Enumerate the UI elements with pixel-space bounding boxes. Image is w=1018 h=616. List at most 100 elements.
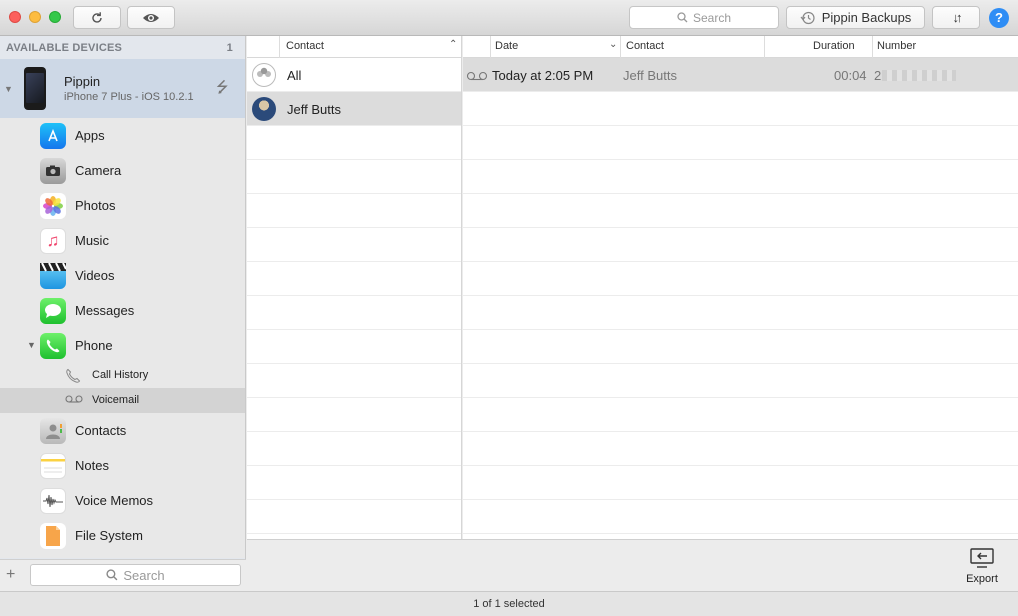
history-icon [800, 11, 815, 24]
contact-header-label: Contact [286, 40, 324, 52]
file-system-icon [40, 523, 66, 549]
devices-header: AVAILABLE DEVICES 1 [0, 36, 245, 59]
voicemail-icon [466, 69, 488, 84]
status-bar: 1 of 1 selected [0, 591, 1018, 616]
transfer-button[interactable]: ↓↑ [932, 6, 980, 29]
sidebar-item-voice-memos[interactable]: Voice Memos [0, 483, 245, 518]
sidebar-item-label: Apps [75, 128, 105, 143]
date-column-header[interactable]: Date [495, 40, 518, 52]
close-window-button[interactable] [9, 11, 21, 23]
empty-row [247, 432, 461, 466]
selection-status: 1 of 1 selected [473, 598, 545, 610]
empty-row [247, 262, 461, 296]
contact-row-label: Jeff Butts [287, 102, 341, 117]
empty-row [247, 160, 461, 194]
messages-icon [40, 298, 66, 324]
empty-row [463, 262, 1018, 296]
sidebar-item-photos[interactable]: Photos [0, 188, 245, 223]
toolbar-search-input[interactable]: Search [629, 6, 779, 29]
search-icon [106, 569, 118, 581]
refresh-icon [92, 11, 102, 23]
duration-column-header[interactable]: Duration [813, 40, 855, 52]
music-icon: ♫ [40, 228, 66, 254]
voice-memos-icon [40, 488, 66, 514]
voicemail-duration: 00:04 [834, 68, 867, 83]
contact-column-header[interactable]: Contact [626, 40, 664, 52]
empty-row [247, 126, 461, 160]
voicemail-row[interactable]: Today at 2:05 PM Jeff Butts 00:04 2 [463, 58, 1018, 92]
sidebar: AVAILABLE DEVICES 1 ▼ Pippin iPhone 7 Pl… [0, 36, 246, 591]
notes-icon [40, 453, 66, 479]
empty-row [463, 466, 1018, 500]
sidebar-item-label: Messages [75, 303, 135, 318]
add-icon[interactable]: + [6, 566, 15, 584]
sidebar-subitem-label: Voicemail [92, 394, 140, 406]
sidebar-subitem-label: Call History [92, 369, 149, 381]
sidebar-item-file-system[interactable]: File System [0, 518, 245, 553]
number-column-header[interactable]: Number [877, 40, 916, 52]
export-button[interactable]: Export [962, 548, 1002, 585]
voicemail-date: Today at 2:05 PM [492, 68, 594, 83]
export-bar: Export [247, 539, 1018, 591]
empty-row [247, 364, 461, 398]
quick-look-button[interactable] [127, 6, 175, 29]
minimize-window-button[interactable] [29, 11, 41, 23]
sidebar-item-label: Videos [75, 268, 115, 283]
empty-row [463, 500, 1018, 534]
title-bar: Search Pippin Backups ↓↑ ? [0, 0, 1018, 36]
sidebar-item-phone[interactable]: ▼ Phone [0, 328, 245, 363]
sidebar-search-placeholder: Search [123, 567, 165, 583]
help-button[interactable]: ? [989, 8, 1009, 28]
zoom-window-button[interactable] [49, 11, 61, 23]
sidebar-subitem-voicemail[interactable]: Voicemail [0, 388, 245, 413]
empty-row [463, 194, 1018, 228]
disclosure-triangle-icon[interactable]: ▼ [4, 84, 13, 94]
sort-descending-icon[interactable]: ⌄ [609, 39, 617, 50]
empty-row [247, 194, 461, 228]
export-icon [970, 548, 994, 568]
device-name: Pippin [64, 74, 101, 89]
device-model: iPhone 7 Plus - iOS 10.2.1 [64, 91, 194, 103]
app-store-icon [40, 123, 66, 149]
empty-row [247, 466, 461, 500]
sidebar-item-music[interactable]: ♫ Music [0, 223, 245, 258]
sidebar-search-input[interactable]: Search [30, 564, 241, 586]
pippin-backups-button[interactable]: Pippin Backups [786, 6, 925, 29]
group-avatar-icon [252, 63, 276, 87]
redacted-number [882, 70, 956, 81]
sidebar-item-apps[interactable]: Apps [0, 118, 245, 153]
sidebar-item-label: Camera [75, 163, 122, 178]
transfer-icon: ↓↑ [952, 10, 963, 25]
refresh-button[interactable] [73, 6, 121, 29]
camera-icon [40, 158, 66, 184]
sidebar-subitem-call-history[interactable]: Call History [0, 363, 245, 388]
sidebar-item-messages[interactable]: Messages [0, 293, 245, 328]
contacts-column: Contact ⌃ All Jeff Butts [247, 36, 462, 539]
expand-triangle-icon[interactable]: ▼ [27, 340, 36, 350]
sidebar-item-camera[interactable]: Camera [0, 153, 245, 188]
contact-row-jeff-butts[interactable]: Jeff Butts [247, 92, 461, 126]
contacts-column-header[interactable]: Contact ⌃ [247, 36, 461, 58]
voicemail-icon [65, 393, 83, 407]
devices-count: 1 [226, 41, 233, 54]
empty-row [463, 432, 1018, 466]
sidebar-item-label: Voice Memos [75, 493, 154, 508]
sidebar-item-contacts[interactable]: Contacts [0, 413, 245, 448]
export-label: Export [966, 573, 998, 585]
sort-ascending-icon[interactable]: ⌃ [449, 39, 457, 50]
videos-icon [40, 263, 66, 289]
sidebar-item-videos[interactable]: Videos [0, 258, 245, 293]
device-row[interactable]: ▼ Pippin iPhone 7 Plus - iOS 10.2.1 ⭍ [0, 59, 245, 118]
empty-row [463, 330, 1018, 364]
empty-row [463, 92, 1018, 126]
iphone-icon [24, 67, 46, 110]
sidebar-item-notes[interactable]: Notes [0, 448, 245, 483]
voicemail-table-header: Date ⌄ Contact Duration Number [463, 36, 1018, 58]
phone-icon [40, 333, 66, 359]
eye-icon [143, 13, 159, 22]
empty-row [247, 296, 461, 330]
empty-row [463, 160, 1018, 194]
sidebar-item-label: Photos [75, 198, 116, 213]
sidebar-item-label: Notes [75, 458, 109, 473]
contact-row-all[interactable]: All [247, 58, 461, 92]
